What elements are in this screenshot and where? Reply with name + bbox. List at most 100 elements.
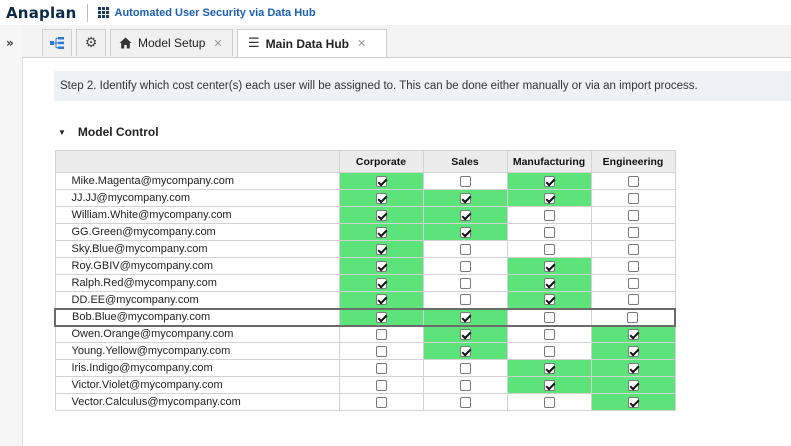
assignment-checkbox[interactable] bbox=[543, 243, 555, 255]
assignment-checkbox[interactable] bbox=[543, 226, 555, 238]
assignment-checkbox[interactable] bbox=[543, 328, 555, 340]
assignment-checkbox[interactable] bbox=[459, 396, 471, 408]
assignment-cell[interactable] bbox=[590, 393, 676, 411]
assignment-checkbox[interactable] bbox=[627, 175, 639, 187]
assignment-cell[interactable] bbox=[338, 393, 424, 411]
assignment-cell[interactable] bbox=[590, 206, 676, 224]
assignment-cell[interactable] bbox=[338, 274, 424, 292]
assignment-checkbox[interactable] bbox=[459, 243, 471, 255]
assignment-cell[interactable] bbox=[422, 359, 508, 377]
column-header[interactable]: Engineering bbox=[590, 150, 676, 173]
user-email[interactable]: Young.Yellow@mycompany.com bbox=[54, 342, 340, 360]
assignment-checkbox[interactable] bbox=[627, 396, 639, 408]
assignment-cell[interactable] bbox=[590, 342, 676, 360]
assignment-cell[interactable] bbox=[338, 325, 424, 343]
tab-hierarchy[interactable] bbox=[42, 29, 72, 56]
assignment-cell[interactable] bbox=[506, 206, 592, 224]
assignment-cell[interactable] bbox=[338, 307, 424, 327]
assignment-checkbox[interactable] bbox=[543, 260, 555, 272]
assignment-cell[interactable] bbox=[422, 393, 508, 411]
assignment-cell[interactable] bbox=[590, 172, 676, 190]
assignment-cell[interactable] bbox=[590, 307, 676, 327]
assignment-checkbox[interactable] bbox=[375, 226, 387, 238]
expand-panel-icon[interactable]: » bbox=[6, 36, 14, 50]
assignment-checkbox[interactable] bbox=[627, 345, 639, 357]
assignment-checkbox[interactable] bbox=[627, 209, 639, 221]
assignment-checkbox[interactable] bbox=[543, 311, 555, 323]
assignment-checkbox[interactable] bbox=[627, 379, 639, 391]
assignment-checkbox[interactable] bbox=[543, 362, 555, 374]
assignment-checkbox[interactable] bbox=[459, 209, 471, 221]
column-header[interactable]: Corporate bbox=[338, 150, 424, 173]
assignment-cell[interactable] bbox=[590, 223, 676, 241]
assignment-cell[interactable] bbox=[422, 172, 508, 190]
assignment-cell[interactable] bbox=[338, 206, 424, 224]
assignment-checkbox[interactable] bbox=[459, 277, 471, 289]
assignment-checkbox[interactable] bbox=[543, 379, 555, 391]
assignment-cell[interactable] bbox=[590, 291, 676, 309]
assignment-checkbox[interactable] bbox=[459, 226, 471, 238]
assignment-cell[interactable] bbox=[338, 257, 424, 275]
assignment-checkbox[interactable] bbox=[459, 175, 471, 187]
apps-grid-icon[interactable] bbox=[97, 7, 109, 18]
user-email[interactable]: DD.EE@mycompany.com bbox=[54, 291, 340, 309]
assignment-cell[interactable] bbox=[590, 257, 676, 275]
assignment-cell[interactable] bbox=[338, 172, 424, 190]
assignment-cell[interactable] bbox=[590, 240, 676, 258]
user-email[interactable]: Victor.Violet@mycompany.com bbox=[54, 376, 340, 394]
assignment-cell[interactable] bbox=[422, 223, 508, 241]
user-email[interactable]: Ralph.Red@mycompany.com bbox=[54, 274, 340, 292]
assignment-checkbox[interactable] bbox=[375, 209, 387, 221]
assignment-cell[interactable] bbox=[590, 325, 676, 343]
assignment-checkbox[interactable] bbox=[375, 311, 387, 323]
assignment-checkbox[interactable] bbox=[627, 328, 639, 340]
assignment-cell[interactable] bbox=[338, 376, 424, 394]
assignment-checkbox[interactable] bbox=[543, 175, 555, 187]
assignment-cell[interactable] bbox=[506, 257, 592, 275]
assignment-cell[interactable] bbox=[422, 274, 508, 292]
assignment-checkbox[interactable] bbox=[459, 294, 471, 306]
assignment-checkbox[interactable] bbox=[459, 379, 471, 391]
assignment-cell[interactable] bbox=[506, 240, 592, 258]
user-email[interactable]: William.White@mycompany.com bbox=[54, 206, 340, 224]
assignment-cell[interactable] bbox=[506, 274, 592, 292]
close-tab-icon[interactable]: ✕ bbox=[213, 37, 222, 50]
user-email[interactable]: Iris.Indigo@mycompany.com bbox=[54, 359, 340, 377]
assignment-checkbox[interactable] bbox=[375, 277, 387, 289]
assignment-checkbox[interactable] bbox=[627, 192, 639, 204]
assignment-checkbox[interactable] bbox=[627, 311, 639, 323]
assignment-cell[interactable] bbox=[422, 291, 508, 309]
collapse-triangle-icon[interactable]: ▼ bbox=[58, 128, 66, 137]
assignment-checkbox[interactable] bbox=[459, 362, 471, 374]
assignment-checkbox[interactable] bbox=[375, 192, 387, 204]
assignment-checkbox[interactable] bbox=[627, 362, 639, 374]
assignment-checkbox[interactable] bbox=[375, 396, 387, 408]
assignment-checkbox[interactable] bbox=[375, 294, 387, 306]
user-email[interactable]: JJ.JJ@mycompany.com bbox=[54, 189, 340, 207]
user-email[interactable]: GG.Green@mycompany.com bbox=[54, 223, 340, 241]
assignment-cell[interactable] bbox=[506, 223, 592, 241]
user-email[interactable]: Vector.Calculus@mycompany.com bbox=[54, 393, 340, 411]
assignment-checkbox[interactable] bbox=[543, 192, 555, 204]
assignment-cell[interactable] bbox=[506, 359, 592, 377]
anaplan-logo[interactable]: Anaplan bbox=[6, 4, 77, 22]
assignment-cell[interactable] bbox=[338, 342, 424, 360]
assignment-checkbox[interactable] bbox=[375, 379, 387, 391]
tab-main-data-hub[interactable]: ☰ Main Data Hub ✕ bbox=[237, 29, 387, 57]
assignment-cell[interactable] bbox=[506, 189, 592, 207]
assignment-checkbox[interactable] bbox=[543, 345, 555, 357]
assignment-cell[interactable] bbox=[422, 240, 508, 258]
user-email[interactable]: Roy.GBIV@mycompany.com bbox=[54, 257, 340, 275]
assignment-cell[interactable] bbox=[506, 376, 592, 394]
assignment-checkbox[interactable] bbox=[459, 260, 471, 272]
assignment-cell[interactable] bbox=[338, 223, 424, 241]
assignment-cell[interactable] bbox=[590, 274, 676, 292]
assignment-checkbox[interactable] bbox=[459, 192, 471, 204]
assignment-checkbox[interactable] bbox=[627, 294, 639, 306]
assignment-checkbox[interactable] bbox=[459, 345, 471, 357]
assignment-checkbox[interactable] bbox=[375, 328, 387, 340]
assignment-cell[interactable] bbox=[506, 342, 592, 360]
assignment-cell[interactable] bbox=[422, 206, 508, 224]
assignment-cell[interactable] bbox=[506, 325, 592, 343]
assignment-cell[interactable] bbox=[590, 359, 676, 377]
